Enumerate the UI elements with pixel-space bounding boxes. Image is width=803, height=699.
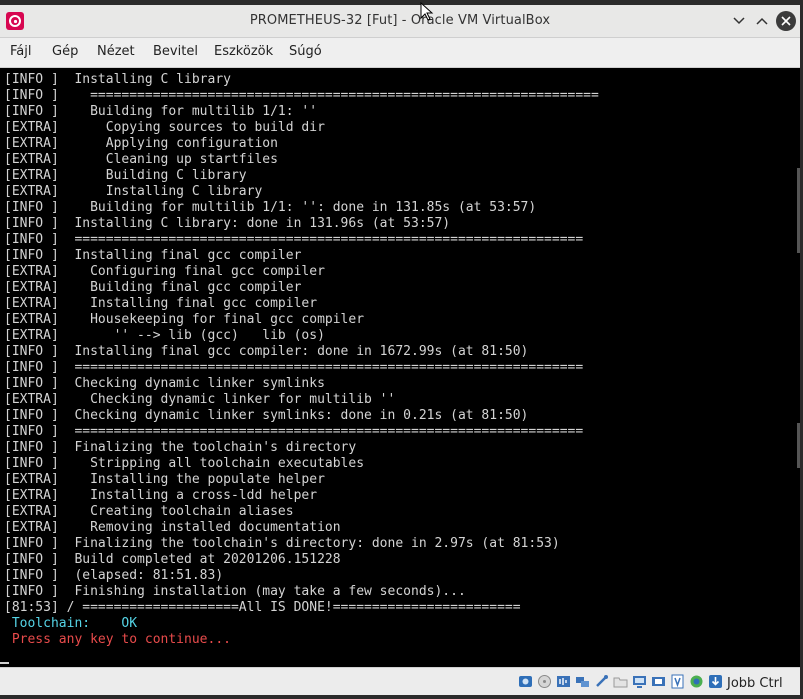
console-line: [INFO ] Installing C library [4,72,231,87]
network-icon[interactable] [575,674,590,689]
screen-edge-artifact [797,168,800,253]
minimize-icon[interactable] [729,11,749,31]
console-line: [EXTRA] Copying sources to build dir [4,120,325,135]
console-line: [EXTRA] Installing C library [4,184,263,199]
console-line: [INFO ] Stripping all toolchain executab… [4,456,365,471]
recording-icon[interactable] [670,674,685,689]
console-line: [EXTRA] Configuring final gcc compiler [4,264,325,279]
title-bar[interactable]: PROMETHEUS-32 [Fut] - Oracle VM VirtualB… [0,5,800,38]
console-line: [INFO ] Checking dynamic linker symlinks [4,376,325,391]
console-line: [INFO ] ================================… [4,424,584,439]
console-line: [EXTRA] Housekeeping for final gcc compi… [4,312,365,327]
keyboard-capture-icon[interactable] [708,674,723,689]
console-line: [INFO ] Finalizing the toolchain's direc… [4,440,357,455]
maximize-icon[interactable] [752,11,772,31]
virtualbox-window: PROMETHEUS-32 [Fut] - Oracle VM VirtualB… [0,5,800,695]
console-line: [EXTRA] Building C library [4,168,247,183]
console-line: [INFO ] ================================… [4,360,584,375]
console-line: [EXTRA] Installing final gcc compiler [4,296,318,311]
menu-machine[interactable]: Gép [52,44,78,59]
console-line: [INFO ] ================================… [4,88,599,103]
optical-disk-icon[interactable] [537,674,552,689]
console-line: [INFO ] (elapsed: 81:51.83) [4,568,224,583]
menu-devices[interactable]: Eszközök [214,44,273,59]
console-line: [INFO ] Finishing installation (may take… [4,584,466,599]
console-line: [INFO ] Installing final gcc compiler [4,248,302,263]
console-line: [INFO ] Finalizing the toolchain's direc… [4,536,560,551]
text-cursor [0,662,9,664]
audio-icon[interactable] [556,674,571,689]
console-line: [INFO ] ================================… [4,232,584,247]
console-line: [INFO ] Installing final gcc compiler: d… [4,344,529,359]
continue-prompt-line: Press any key to continue... [4,632,231,647]
vm-console-screen[interactable]: [INFO ] Installing C library [INFO ] ===… [0,68,800,666]
menu-help[interactable]: Súgó [289,44,322,59]
host-key-label[interactable]: Jobb Ctrl [727,676,783,691]
console-line: [EXTRA] Cleaning up startfiles [4,152,278,167]
toolchain-status-line: Toolchain: OK [4,616,138,631]
menu-file[interactable]: Fájl [10,44,31,59]
video-capture-icon[interactable] [651,674,666,689]
shared-folders-icon[interactable] [613,674,628,689]
menu-input[interactable]: Bevitel [153,44,198,59]
console-line: [INFO ] Building for multilib 1/1: '': d… [4,200,537,215]
hard-disk-icon[interactable] [518,674,533,689]
console-line: [INFO ] Building for multilib 1/1: '' [4,104,318,119]
window-title: PROMETHEUS-32 [Fut] - Oracle VM VirtualB… [249,13,551,28]
status-bar: Jobb Ctrl [0,667,800,695]
menu-view[interactable]: Nézet [97,44,135,59]
cpu-icon[interactable] [689,674,704,689]
console-line: [INFO ] Installing C library: done in 13… [4,216,451,231]
console-line: [INFO ] Checking dynamic linker symlinks… [4,408,529,423]
console-line: [EXTRA] Building final gcc compiler [4,280,302,295]
console-line: [81:53] / ====================All IS DON… [4,600,521,615]
display-icon[interactable] [632,674,647,689]
console-line: [EXTRA] Installing the populate helper [4,472,325,487]
close-icon[interactable] [776,11,796,31]
console-line: [EXTRA] Checking dynamic linker for mult… [4,392,396,407]
mouse-pointer-icon [420,2,434,21]
menu-bar: Fájl Gép Nézet Bevitel Eszközök Súgó [0,38,800,68]
console-line: [INFO ] Build completed at 20201206.1512… [4,552,341,567]
usb-icon[interactable] [594,674,609,689]
console-line: [EXTRA] Applying configuration [4,136,278,151]
console-line: [EXTRA] Removing installed documentation [4,520,341,535]
console-line: [EXTRA] Creating toolchain aliases [4,504,294,519]
console-line: [EXTRA] '' --> lib (gcc) lib (os) [4,328,325,343]
console-line: [EXTRA] Installing a cross-ldd helper [4,488,318,503]
screen-edge-artifact [797,423,800,468]
